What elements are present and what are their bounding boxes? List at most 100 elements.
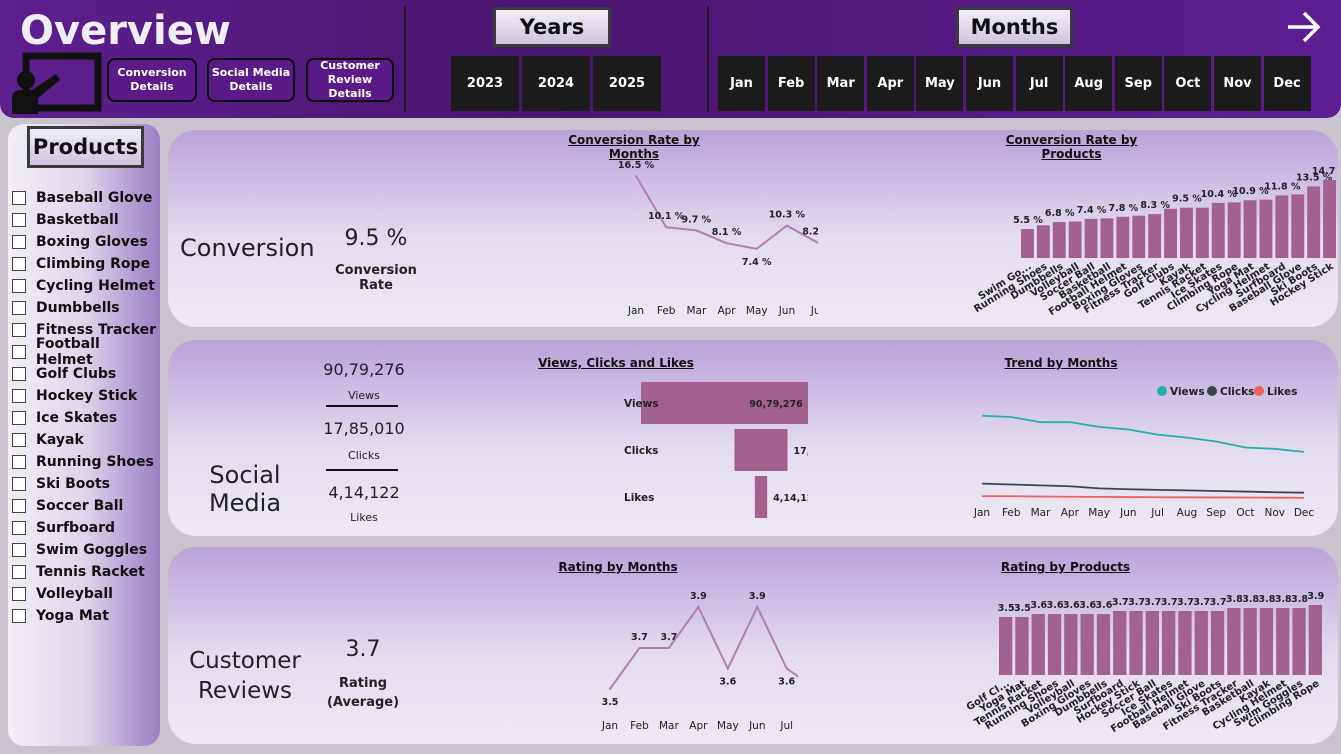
month-aug[interactable]: Aug xyxy=(1065,56,1113,111)
product-item[interactable]: Ice Skates xyxy=(12,407,117,429)
checkbox-icon[interactable] xyxy=(12,587,26,601)
product-item[interactable]: Baseball Glove xyxy=(12,187,152,209)
x-tick-label: Jun xyxy=(778,305,795,317)
checkbox-icon[interactable] xyxy=(12,433,26,447)
month-apr[interactable]: Apr xyxy=(866,56,914,111)
products-title: Products xyxy=(27,126,144,168)
bar xyxy=(1162,611,1176,675)
product-item[interactable]: Soccer Ball xyxy=(12,495,123,517)
data-label: 9.7 % xyxy=(682,214,712,225)
data-point xyxy=(756,606,759,608)
checkbox-icon[interactable] xyxy=(12,477,26,491)
product-item[interactable]: Tennis Racket xyxy=(12,561,145,583)
conversion-label: Conversion xyxy=(180,234,315,262)
checkbox-icon[interactable] xyxy=(12,543,26,557)
checkbox-icon[interactable] xyxy=(12,521,26,535)
data-label: 3.9 xyxy=(690,591,707,602)
month-jun[interactable]: Jun xyxy=(966,56,1013,111)
customer-review-details-button[interactable]: Customer Review Details xyxy=(306,58,394,102)
product-item[interactable]: Ski Boots xyxy=(12,473,110,495)
bar xyxy=(1145,611,1159,675)
year-2024[interactable]: 2024 xyxy=(522,56,590,111)
checkbox-icon[interactable] xyxy=(12,235,26,249)
x-tick-label: Apr xyxy=(689,720,708,732)
customer-reviews-card: Customer Reviews 3.7 Rating (Average) Ra… xyxy=(168,547,1338,744)
data-point xyxy=(667,647,670,649)
page-title: Overview xyxy=(20,8,231,54)
product-item[interactable]: Cycling Helmet xyxy=(12,275,155,297)
product-item[interactable]: Climbing Rope xyxy=(12,253,150,275)
product-item[interactable]: Surfboard xyxy=(12,517,115,539)
x-tick-label: Nov xyxy=(1264,507,1285,519)
data-label: 3.6 xyxy=(1096,600,1113,611)
product-item[interactable]: Swim Goggles xyxy=(12,539,147,561)
bar xyxy=(1259,608,1274,675)
product-label: Hockey Stick xyxy=(36,388,138,404)
bar xyxy=(1021,229,1034,258)
month-feb[interactable]: Feb xyxy=(767,56,815,111)
product-label: Baseball Glove xyxy=(36,190,153,206)
conversion-card: Conversion 9.5 % Conversion Rate Convers… xyxy=(168,130,1338,327)
product-item[interactable]: Yoga Mat xyxy=(12,605,109,627)
checkbox-icon[interactable] xyxy=(12,213,26,227)
checkbox-icon[interactable] xyxy=(12,191,26,205)
bar xyxy=(1036,225,1050,258)
month-sep[interactable]: Sep xyxy=(1114,56,1162,111)
data-label: 3.7 xyxy=(1177,597,1194,608)
likes-value: 4,14,122 xyxy=(328,483,400,502)
year-2023[interactable]: 2023 xyxy=(451,56,519,111)
bar xyxy=(1227,202,1241,258)
product-item[interactable]: Golf Clubs xyxy=(12,363,116,385)
arrow-right-icon[interactable] xyxy=(1286,10,1322,44)
month-jan[interactable]: Jan xyxy=(718,56,765,111)
bar xyxy=(1276,608,1290,675)
product-item[interactable]: Hockey Stick xyxy=(12,385,137,407)
data-label: 9.5 % xyxy=(1172,194,1202,205)
x-tick-label: Feb xyxy=(657,305,676,317)
product-item[interactable]: Running Shoes xyxy=(12,451,154,473)
bar xyxy=(1113,611,1127,675)
checkbox-icon[interactable] xyxy=(12,499,26,513)
data-label: 8.1 % xyxy=(712,227,742,238)
data-label: 3.7 xyxy=(1128,597,1145,608)
social-media-details-button[interactable]: Social Media Details xyxy=(207,58,295,102)
checkbox-icon[interactable] xyxy=(12,323,26,337)
bar xyxy=(1052,222,1066,258)
month-nov[interactable]: Nov xyxy=(1214,56,1261,111)
product-item[interactable]: Boxing Gloves xyxy=(12,231,148,253)
product-item[interactable]: Football Helmet xyxy=(12,336,160,368)
checkbox-icon[interactable] xyxy=(12,565,26,579)
month-mar[interactable]: Mar xyxy=(817,56,865,111)
products-panel: Products Baseball Glove Basketball Boxing … xyxy=(8,124,160,746)
data-point xyxy=(638,647,641,649)
product-item[interactable]: Volleyball xyxy=(12,583,113,605)
product-item[interactable]: Dumbbells xyxy=(12,297,120,319)
x-tick-label: Apr xyxy=(717,305,736,317)
bar xyxy=(1015,617,1029,675)
data-label: 3.7 xyxy=(1210,597,1227,608)
checkbox-icon[interactable] xyxy=(12,609,26,623)
divider xyxy=(326,469,398,471)
year-2025[interactable]: 2025 xyxy=(593,56,661,111)
month-dec[interactable]: Dec xyxy=(1263,56,1311,111)
checkbox-icon[interactable] xyxy=(12,367,26,381)
checkbox-icon[interactable] xyxy=(12,411,26,425)
product-item[interactable]: Kayak xyxy=(12,429,84,451)
product-item[interactable]: Basketball xyxy=(12,209,119,231)
conversion-details-button[interactable]: Conversion Details xyxy=(107,58,197,102)
checkbox-icon[interactable] xyxy=(12,257,26,271)
data-label: 16.5 % xyxy=(618,160,655,171)
bar xyxy=(1307,186,1321,258)
data-label: 3.8 xyxy=(1242,594,1259,605)
x-tick-label: Feb xyxy=(630,720,649,732)
month-may[interactable]: May xyxy=(916,56,964,111)
checkbox-icon[interactable] xyxy=(12,389,26,403)
checkbox-icon[interactable] xyxy=(12,455,26,469)
month-jul[interactable]: Jul xyxy=(1015,56,1063,111)
checkbox-icon[interactable] xyxy=(12,345,26,359)
checkbox-icon[interactable] xyxy=(12,279,26,293)
data-label: 3.5 xyxy=(998,603,1015,614)
bar xyxy=(1195,207,1209,258)
month-oct[interactable]: Oct xyxy=(1164,56,1212,111)
checkbox-icon[interactable] xyxy=(12,301,26,315)
